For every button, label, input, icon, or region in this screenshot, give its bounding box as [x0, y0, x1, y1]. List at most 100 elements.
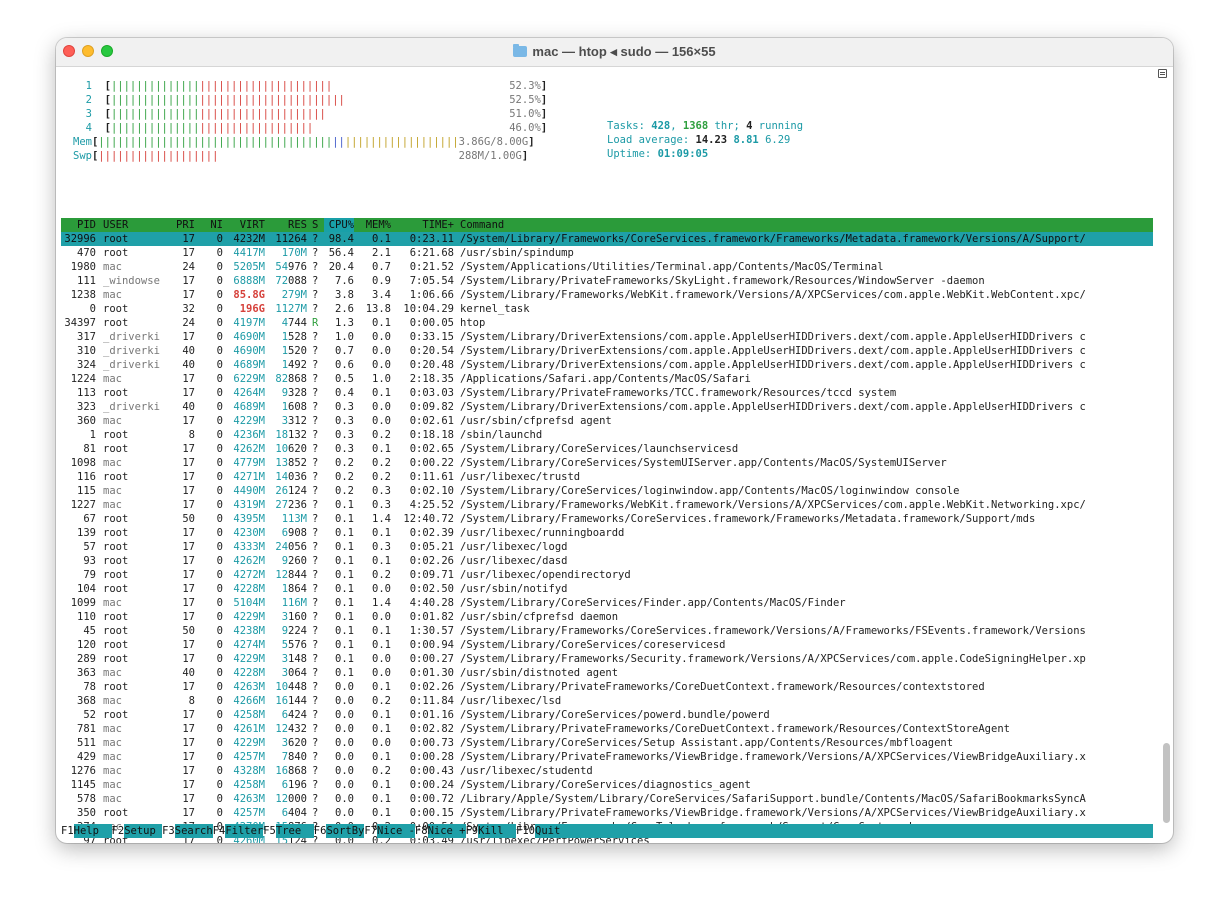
- process-row[interactable]: 1099 mac 17 0 5104M 116M? 0.1 1.4 4:40.28/System…: [61, 596, 1153, 610]
- function-key-f10[interactable]: F10Quit: [516, 824, 573, 838]
- header-command[interactable]: Command: [460, 218, 1153, 232]
- process-user: root: [103, 555, 129, 567]
- process-row[interactable]: 110 root 17 0 4229M 3160? 0.1 0.0 0:01.82/usr/sb…: [61, 610, 1153, 624]
- process-row[interactable]: 78 root 17 0 4263M 10448? 0.0 0.1 0:02.26/System…: [61, 680, 1153, 694]
- function-key-f2[interactable]: F2Setup: [112, 824, 163, 838]
- process-row[interactable]: 115 mac 17 0 4490M 26124? 0.2 0.3 0:02.10/System…: [61, 484, 1153, 498]
- process-row[interactable]: 34397 root 24 0 4197M 4744 R 1.3 0.1 0:00.05 htop: [61, 316, 1153, 330]
- function-key-name: F8: [414, 825, 428, 837]
- process-row[interactable]: 52 root 17 0 4258M 6424? 0.0 0.1 0:01.16/System/…: [61, 708, 1153, 722]
- process-row[interactable]: 1980 mac 24 0 5205M 54976? 20.4 0.7 0:21.52/Syst…: [61, 260, 1153, 274]
- process-row[interactable]: 429 mac 17 0 4257M 7840? 0.0 0.1 0:00.28/System/…: [61, 750, 1153, 764]
- process-row[interactable]: 116 root 17 0 4271M 14036? 0.2 0.2 0:11.61/usr/l…: [61, 470, 1153, 484]
- process-priority: 50: [182, 625, 195, 637]
- function-key-f3[interactable]: F3Search: [162, 824, 213, 838]
- process-row[interactable]: 1098 mac 17 0 4779M 13852? 0.2 0.2 0:00.22/Syste…: [61, 456, 1153, 470]
- process-state: ?: [312, 569, 319, 581]
- process-row[interactable]: 363 mac 40 0 4228M 3064? 0.1 0.0 0:01.30/usr/sbi…: [61, 666, 1153, 680]
- process-nice: 0: [216, 793, 223, 805]
- process-mem: 0.1: [372, 233, 391, 245]
- header-time[interactable]: TIME+: [394, 218, 454, 232]
- process-command: htop: [460, 317, 486, 329]
- function-key-f8[interactable]: F8Nice +: [415, 824, 466, 838]
- function-key-f1[interactable]: F1Help: [61, 824, 112, 838]
- process-user: root: [103, 513, 129, 525]
- process-row[interactable]: 67 root 50 0 4395M 113M? 0.1 1.4 12:40.72/System…: [61, 512, 1153, 526]
- process-command: /System/Library/CoreServices/powerd.bund…: [460, 709, 770, 721]
- process-row[interactable]: 350 root 17 0 4257M 6404? 0.0 0.1 0:00.15/System…: [61, 806, 1153, 820]
- function-key-f6[interactable]: F6SortBy: [314, 824, 365, 838]
- header-virt[interactable]: VIRT: [227, 218, 265, 232]
- process-row[interactable]: 511 mac 17 0 4229M 3620? 0.0 0.0 0:00.73/System/…: [61, 736, 1153, 750]
- value-units: 868: [288, 765, 307, 777]
- process-row[interactable]: 1145 mac 17 0 4258M 6196? 0.0 0.1 0:00.24/System…: [61, 778, 1153, 792]
- process-row[interactable]: 113 root 17 0 4264M 9328? 0.4 0.1 0:03.03/System…: [61, 386, 1153, 400]
- process-virt: 4779M: [227, 456, 265, 470]
- value-low: 888M: [239, 275, 265, 287]
- function-key-f5[interactable]: F5Tree: [263, 824, 314, 838]
- process-state: ?: [312, 737, 319, 749]
- process-row[interactable]: 1276 mac 17 0 4328M 16868? 0.0 0.2 0:00.43/usr/l…: [61, 764, 1153, 778]
- process-row[interactable]: 45 root 50 0 4238M 9224? 0.1 0.1 1:30.57/System/…: [61, 624, 1153, 638]
- function-key-f7[interactable]: F7Nice -: [364, 824, 415, 838]
- process-row[interactable]: 1238 mac 17 0 85.8G 279M? 3.8 3.4 1:06.66/System…: [61, 288, 1153, 302]
- header-user[interactable]: USER: [103, 218, 173, 232]
- header-cpu[interactable]: CPU%: [324, 218, 354, 232]
- function-key-name: F1: [61, 825, 74, 837]
- value-units: 132: [288, 429, 307, 441]
- process-row[interactable]: 317 _driverki 17 0 4690M 1528? 1.0 0.0 0:33.15/S…: [61, 330, 1153, 344]
- process-state: ?: [312, 751, 319, 763]
- process-row[interactable]: 111 _windowse 17 0 6888M 72088? 7.6 0.9 7:05.54/…: [61, 274, 1153, 288]
- process-time: 0:05.21: [409, 541, 454, 553]
- process-row[interactable]: 781 mac 17 0 4261M 12432? 0.0 0.1 0:02.82/System…: [61, 722, 1153, 736]
- function-key-f9[interactable]: F9Kill: [465, 824, 517, 838]
- process-row[interactable]: 1227 mac 17 0 4319M 27236? 0.1 0.3 4:25.52/Syste…: [61, 498, 1153, 512]
- process-row[interactable]: 32996 root 17 0 4232M 11264? 98.4 0.1 0:23.11/Sy…: [61, 232, 1153, 246]
- memory-cache-bar: ||||||||||||||||||: [344, 136, 459, 148]
- process-row[interactable]: 79 root 17 0 4272M 12844? 0.1 0.2 0:09.71/usr/li…: [61, 568, 1153, 582]
- value-thousands: 27: [275, 499, 289, 511]
- process-row[interactable]: 57 root 17 0 4333M 24056? 0.1 0.3 0:05.21/usr/li…: [61, 540, 1153, 554]
- process-nice: 0: [216, 709, 223, 721]
- process-row[interactable]: 310 _driverki 40 0 4690M 1520? 0.7 0.0 0:20.54/S…: [61, 344, 1153, 358]
- value-low: 229M: [239, 737, 265, 749]
- function-key-f4[interactable]: F4Filter: [213, 824, 264, 838]
- process-row[interactable]: 104 root 17 0 4228M 1864? 0.1 0.0 0:02.50/usr/sb…: [61, 582, 1153, 596]
- process-mem: 1.4: [372, 513, 391, 525]
- process-row[interactable]: 578 mac 17 0 4263M 12000? 0.0 0.1 0:00.72/Librar…: [61, 792, 1153, 806]
- process-row[interactable]: 289 root 17 0 4229M 3148? 0.1 0.0 0:00.27/System…: [61, 652, 1153, 666]
- process-row[interactable]: 324 _driverki 40 0 4689M 1492? 0.6 0.0 0:20.48/S…: [61, 358, 1153, 372]
- header-pri[interactable]: PRI: [173, 218, 195, 232]
- header-pid[interactable]: PID: [61, 218, 96, 232]
- process-row[interactable]: 323 _driverki 40 0 4689M 1608? 0.3 0.0 0:09.82/S…: [61, 400, 1153, 414]
- process-row[interactable]: 93 root 17 0 4262M 9260? 0.1 0.1 0:02.26/usr/lib…: [61, 554, 1153, 568]
- scrollback-menu-icon[interactable]: [1158, 69, 1167, 78]
- process-row[interactable]: 1224 mac 17 0 6229M 82868? 0.5 1.0 2:18.35/Appli…: [61, 372, 1153, 386]
- process-state: ?: [312, 779, 319, 791]
- process-res: 3160: [267, 610, 307, 624]
- process-state: ?: [312, 471, 319, 483]
- function-key-name: F7: [364, 825, 378, 837]
- process-cpu: 0.1: [335, 625, 354, 637]
- header-ni[interactable]: NI: [201, 218, 223, 232]
- process-nice: 0: [216, 261, 223, 273]
- process-mem: 0.0: [372, 359, 391, 371]
- header-mem[interactable]: MEM%: [361, 218, 391, 232]
- process-row[interactable]: 139 root 17 0 4230M 6908? 0.1 0.1 0:02.39/usr/li…: [61, 526, 1153, 540]
- process-res: 18132: [267, 428, 307, 442]
- process-virt: 4417M: [227, 246, 265, 260]
- header-res[interactable]: RES: [267, 218, 307, 232]
- process-pid: 52: [83, 709, 96, 721]
- process-row[interactable]: 1 root 8 0 4236M 18132? 0.3 0.2 0:18.18/sbin/lau…: [61, 428, 1153, 442]
- process-cpu: 0.2: [335, 457, 354, 469]
- function-key-label: Setup: [124, 824, 163, 838]
- process-row[interactable]: 368 mac 8 0 4266M 16144? 0.0 0.2 0:11.84/usr/lib…: [61, 694, 1153, 708]
- process-row[interactable]: 81 root 17 0 4262M 10620? 0.3 0.1 0:02.65/System…: [61, 442, 1153, 456]
- process-row[interactable]: 0 root 32 0 196G 1127M? 2.6 13.8 10:04.29 kernel_…: [61, 302, 1153, 316]
- process-row[interactable]: 470 root 17 0 4417M 170M? 56.4 2.1 6:21.68/usr/s…: [61, 246, 1153, 260]
- process-row[interactable]: 360 mac 17 0 4229M 3312? 0.3 0.0 0:02.61/usr/sbi…: [61, 414, 1153, 428]
- value-units: 064: [288, 667, 307, 679]
- process-row[interactable]: 120 root 17 0 4274M 5576? 0.1 0.1 0:00.94/System…: [61, 638, 1153, 652]
- scrollbar-thumb[interactable]: [1163, 743, 1170, 823]
- header-state[interactable]: S: [312, 218, 320, 232]
